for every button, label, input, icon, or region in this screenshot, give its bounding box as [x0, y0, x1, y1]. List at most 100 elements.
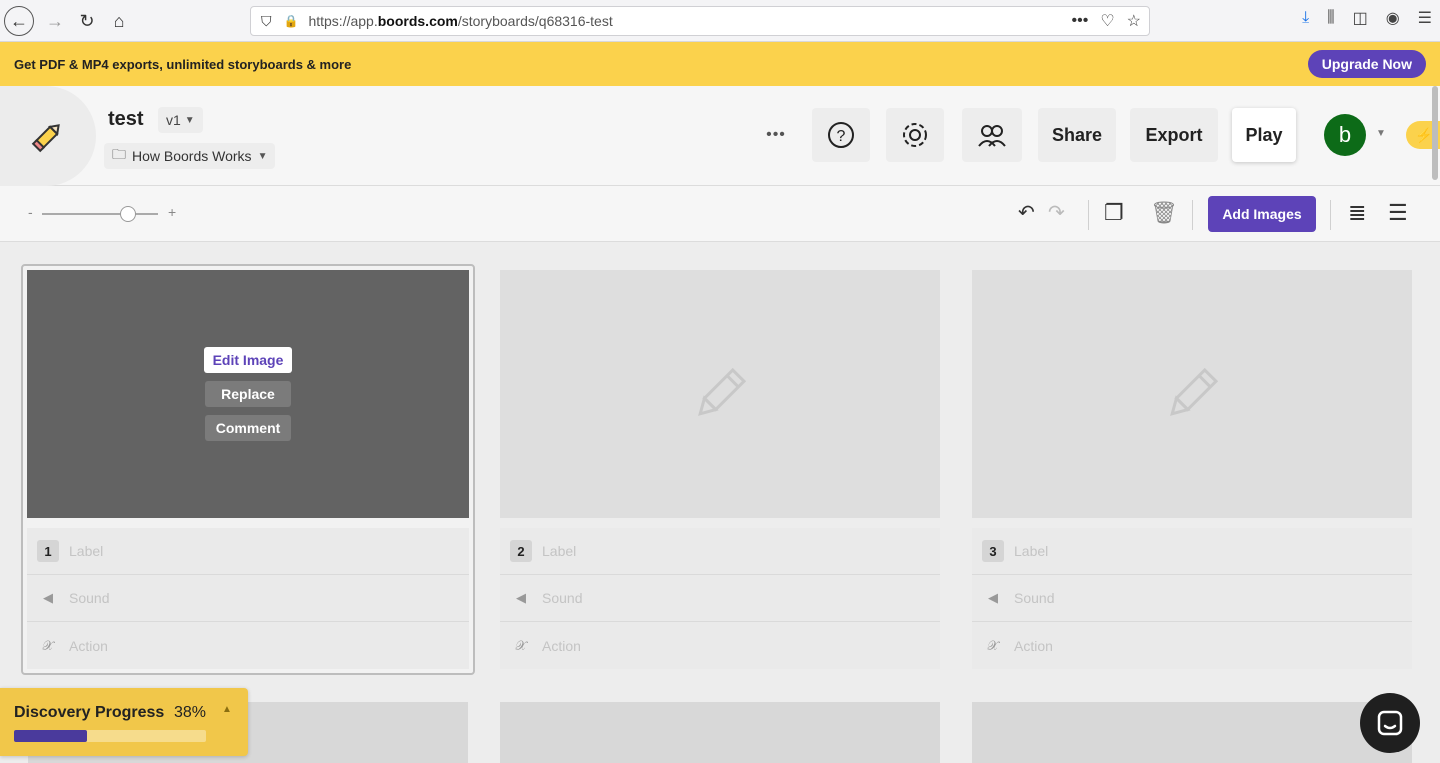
speaker-icon: ◀ — [43, 590, 53, 605]
frame-card[interactable]: Edit Image Replace Comment 1 Label ◀ Sou… — [21, 264, 475, 675]
frame-number: 1 — [37, 540, 59, 562]
logo[interactable] — [0, 86, 96, 186]
gear-icon — [903, 123, 927, 147]
scrollbar[interactable] — [1432, 86, 1438, 180]
frame-card-partial[interactable] — [972, 702, 1412, 763]
label-field[interactable]: 1 Label — [27, 528, 469, 575]
chevron-down-icon[interactable]: ▼ — [1376, 128, 1386, 139]
chat-icon — [1377, 710, 1403, 736]
avatar[interactable]: b — [1324, 114, 1366, 156]
chevron-up-icon[interactable]: ▲ — [222, 704, 232, 715]
account-icon[interactable]: ◉ — [1386, 8, 1400, 28]
label-field[interactable]: 2 Label — [500, 528, 940, 575]
pocket-icon[interactable]: ♡ — [1100, 11, 1114, 31]
svg-text:?: ? — [837, 128, 846, 145]
action-placeholder: Action — [542, 637, 581, 654]
discovery-percent: 38% — [174, 704, 207, 721]
trash-icon[interactable]: 🗑 — [1150, 200, 1178, 226]
speaker-icon: ◀ — [516, 590, 526, 605]
divider — [1330, 200, 1331, 230]
action-field[interactable]: 𝒳 Action — [500, 622, 940, 669]
script-view-icon[interactable]: ≣ — [1348, 200, 1366, 226]
folder-icon: 🗀 — [112, 146, 126, 162]
frame-image[interactable]: Edit Image Replace Comment — [27, 270, 469, 518]
home-icon[interactable]: ⌂ — [104, 6, 134, 36]
label-placeholder: Label — [1014, 543, 1049, 559]
label-placeholder: Label — [69, 543, 104, 559]
divider — [1088, 200, 1089, 230]
share-button[interactable]: Share — [1038, 108, 1116, 162]
settings-button[interactable] — [886, 108, 944, 162]
sidebar-icon[interactable]: ◫ — [1353, 8, 1368, 28]
forward-icon[interactable]: → — [40, 6, 70, 36]
download-icon[interactable]: ⤓ — [1302, 9, 1309, 27]
chevron-down-icon: ▼ — [184, 114, 195, 126]
frame-number: 2 — [510, 540, 532, 562]
export-button[interactable]: Export — [1130, 108, 1218, 162]
action-placeholder: Action — [69, 637, 108, 654]
lock-icon: 🔒 — [283, 14, 299, 28]
url-domain: boords.com — [377, 13, 458, 29]
zoom-out-label[interactable]: - — [28, 204, 33, 220]
reload-icon[interactable]: ↻ — [72, 6, 102, 36]
pencil-placeholder-icon — [1170, 367, 1219, 416]
sound-field[interactable]: ◀ Sound — [500, 575, 940, 622]
frame-card-partial[interactable] — [500, 702, 940, 763]
divider — [1192, 200, 1193, 230]
speaker-icon: ◀ — [988, 590, 998, 605]
running-icon: 𝒳 — [515, 637, 527, 653]
replace-button[interactable]: Replace — [205, 381, 291, 407]
zoom-slider[interactable] — [42, 213, 158, 215]
zoom-in-label[interactable]: + — [168, 204, 176, 220]
browser-toolbar: ← → ↻ ⌂ ⛉ 🔒 https://app. boords.com/story… — [0, 0, 1440, 42]
progress-bar — [14, 730, 206, 742]
edit-image-button[interactable]: Edit Image — [203, 347, 293, 373]
discovery-label: Discovery Progress — [14, 704, 165, 721]
upgrade-now-button[interactable]: Upgrade Now — [1307, 50, 1426, 78]
address-bar[interactable]: ⛉ 🔒 https://app. boords.com/storyboards/q… — [250, 6, 1150, 36]
chat-launcher-button[interactable] — [1360, 693, 1420, 753]
running-icon: 𝒳 — [987, 637, 999, 653]
folder-dropdown[interactable]: 🗀 How Boords Works ▼ — [104, 143, 276, 169]
action-field[interactable]: 𝒳 Action — [972, 622, 1412, 669]
project-title[interactable]: test — [108, 108, 144, 131]
running-icon: 𝒳 — [42, 637, 54, 653]
menu-icon[interactable]: ☰ — [1418, 8, 1432, 28]
help-button[interactable]: ? — [812, 108, 870, 162]
storyboard-toolbar: - + ↶ ↷ ❐ 🗑 Add Images ≣ ☰ — [0, 186, 1440, 242]
play-button[interactable]: Play — [1232, 108, 1296, 162]
sound-placeholder: Sound — [69, 590, 110, 606]
back-icon[interactable]: ← — [4, 6, 34, 36]
sound-placeholder: Sound — [542, 590, 583, 606]
version-dropdown[interactable]: v1 ▼ — [158, 107, 203, 133]
comments-icon[interactable]: ☰ — [1388, 200, 1408, 226]
select-frames-icon[interactable]: ❐ — [1104, 200, 1124, 226]
promo-banner: Get PDF & MP4 exports, unlimited storybo… — [0, 42, 1440, 86]
frame-fields: 3 Label ◀ Sound 𝒳 Action — [972, 528, 1412, 669]
add-images-button[interactable]: Add Images — [1208, 196, 1316, 232]
pencil-placeholder-icon — [698, 367, 747, 416]
frame-image[interactable] — [500, 270, 940, 518]
frame-fields: 1 Label ◀ Sound 𝒳 Action — [27, 528, 469, 669]
page-actions-icon[interactable]: ••• — [1072, 12, 1089, 30]
sound-field[interactable]: ◀ Sound — [972, 575, 1412, 622]
url-prefix: https://app. — [308, 13, 378, 29]
bookmark-star-icon[interactable]: ☆ — [1127, 11, 1141, 31]
redo-icon[interactable]: ↷ — [1048, 200, 1065, 225]
action-field[interactable]: 𝒳 Action — [27, 622, 469, 669]
undo-icon[interactable]: ↶ — [1018, 200, 1035, 225]
sound-field[interactable]: ◀ Sound — [27, 575, 469, 622]
help-icon: ? — [828, 122, 854, 148]
more-options-button[interactable]: ••• — [756, 108, 796, 162]
comment-button[interactable]: Comment — [205, 415, 291, 441]
label-field[interactable]: 3 Label — [972, 528, 1412, 575]
promo-text: Get PDF & MP4 exports, unlimited storybo… — [14, 56, 352, 72]
zoom-slider-handle[interactable] — [120, 206, 136, 222]
frame-image[interactable] — [972, 270, 1412, 518]
frame-fields: 2 Label ◀ Sound 𝒳 Action — [500, 528, 940, 669]
library-icon[interactable]: ⫼ — [1327, 9, 1334, 27]
discovery-progress[interactable]: Discovery Progress 38% ▲ — [0, 688, 248, 756]
team-button[interactable] — [962, 108, 1022, 162]
frame-card[interactable]: 2 Label ◀ Sound 𝒳 Action — [500, 270, 940, 669]
frame-card[interactable]: 3 Label ◀ Sound 𝒳 Action — [972, 270, 1412, 669]
